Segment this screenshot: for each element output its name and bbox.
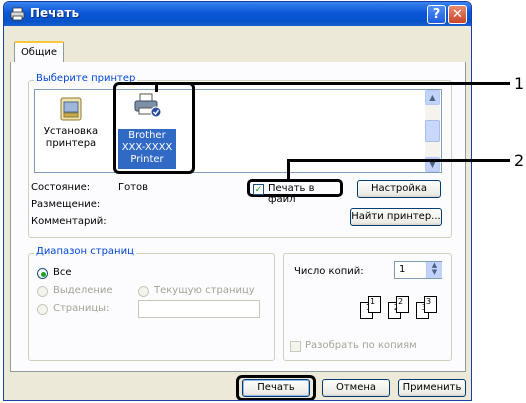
radio-icon [37,286,48,297]
sheet-label: 2 [398,297,404,306]
radio-icon [37,304,48,315]
chevron-up-icon: ▲ [429,93,436,102]
range-all-label: Все [53,267,72,278]
add-printer-icon [60,97,82,121]
settings-button-label: Настройка [370,183,428,194]
status-label: Состояние: [31,182,91,193]
print-dialog: Печать ? ✕ Общие Выберите принтер Устано… [3,1,472,401]
printer-item-install[interactable]: Установка принтера [42,94,100,162]
window-title: Печать [30,6,80,20]
scroll-thumb[interactable] [425,120,440,142]
printer-icon [10,7,25,21]
comment-label: Комментарий: [31,216,107,227]
print-to-file-checkbox[interactable]: ✓ Печать в файл [253,183,343,205]
copies-value: 1 [399,264,406,275]
range-all-radio[interactable]: Все [37,267,117,281]
settings-button[interactable]: Настройка [357,180,441,198]
close-button[interactable]: ✕ [448,5,467,24]
title-bar[interactable]: Печать ? ✕ [4,2,471,26]
apply-button-label: Применить [402,382,462,393]
collate-checkbox[interactable]: Разобрать по копиям [290,340,420,354]
chevron-down-icon[interactable]: ▼ [427,269,442,276]
find-printer-button-label: Найти принтер... [351,211,441,222]
spinner-buttons[interactable]: ▲ ▼ [426,262,442,278]
collate-label: Разобрать по копиям [305,340,417,351]
apply-button[interactable]: Применить [398,379,466,397]
radio-icon [138,286,149,297]
close-icon: ✕ [452,7,463,22]
callout-number-2: 2 [514,151,525,170]
page-range-legend: Диапазон страниц [34,246,136,257]
range-pages-radio[interactable]: Страницы: [37,303,127,317]
range-selection-label: Выделение [53,285,113,296]
help-button[interactable]: ? [427,5,446,24]
callout-line-2-vertical [287,159,290,179]
install-printer-label-2: принтера [45,138,97,149]
print-button[interactable]: Печать [242,379,310,397]
range-current-page-label: Текущую страницу [154,285,255,296]
pages-input[interactable] [138,300,260,318]
range-pages-label: Страницы: [53,303,110,314]
sheet-label: 3 [426,297,432,306]
radio-selected-icon [37,268,48,279]
print-to-file-label: Печать в файл [268,183,315,205]
range-selection-radio[interactable]: Выделение [37,285,127,299]
tab-general-label: Общие [20,47,58,58]
checkmark-icon: ✓ [253,184,264,195]
cancel-button-label: Отмена [335,382,377,393]
collate-illustration: 1 1 2 2 3 3 [360,292,440,322]
scroll-up-button[interactable]: ▲ [425,90,440,105]
callout-line-2 [287,159,510,162]
find-printer-button[interactable]: Найти принтер... [350,208,442,226]
status-value: Готов [118,182,149,193]
help-icon: ? [432,7,441,22]
copies-spinner[interactable]: 1 ▲ ▼ [394,261,442,279]
callout-frame-1 [113,82,195,174]
callout-line-1 [155,82,510,85]
tab-general[interactable]: Общие [14,41,64,63]
checkbox-icon [290,341,301,352]
copies-label: Число копий: [294,266,364,277]
print-button-label: Печать [257,382,295,393]
location-label: Размещение: [31,199,101,210]
callout-number-1: 1 [514,74,525,93]
install-printer-label-1: Установка [43,126,99,137]
cancel-button[interactable]: Отмена [322,379,390,397]
range-current-page-radio[interactable]: Текущую страницу [138,285,268,299]
sheet-label: 1 [370,297,376,306]
